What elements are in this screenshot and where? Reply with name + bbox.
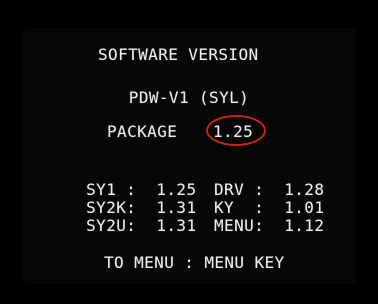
version-row: SY2U: 1.31 MENU: 1.12 (46, 196, 324, 256)
package-label: PACKAGE (107, 122, 178, 141)
version-right: MENU: 1.12 (214, 216, 325, 235)
version-right: DRV : 1.28 (214, 180, 325, 199)
menu-key-hint: TO MENU : MENU KEY (104, 253, 285, 272)
software-version-title: SOFTWARE VERSION (98, 45, 259, 64)
package-highlight-circle (206, 115, 266, 146)
monitor-frame: SOFTWARE VERSION PDW-V1 (SYL) PACKAGE 1.… (0, 0, 378, 304)
version-left: SY2U: 1.31 (86, 216, 197, 235)
model-name: PDW-V1 (SYL) (128, 88, 250, 107)
version-right: KY : 1.01 (214, 198, 325, 217)
